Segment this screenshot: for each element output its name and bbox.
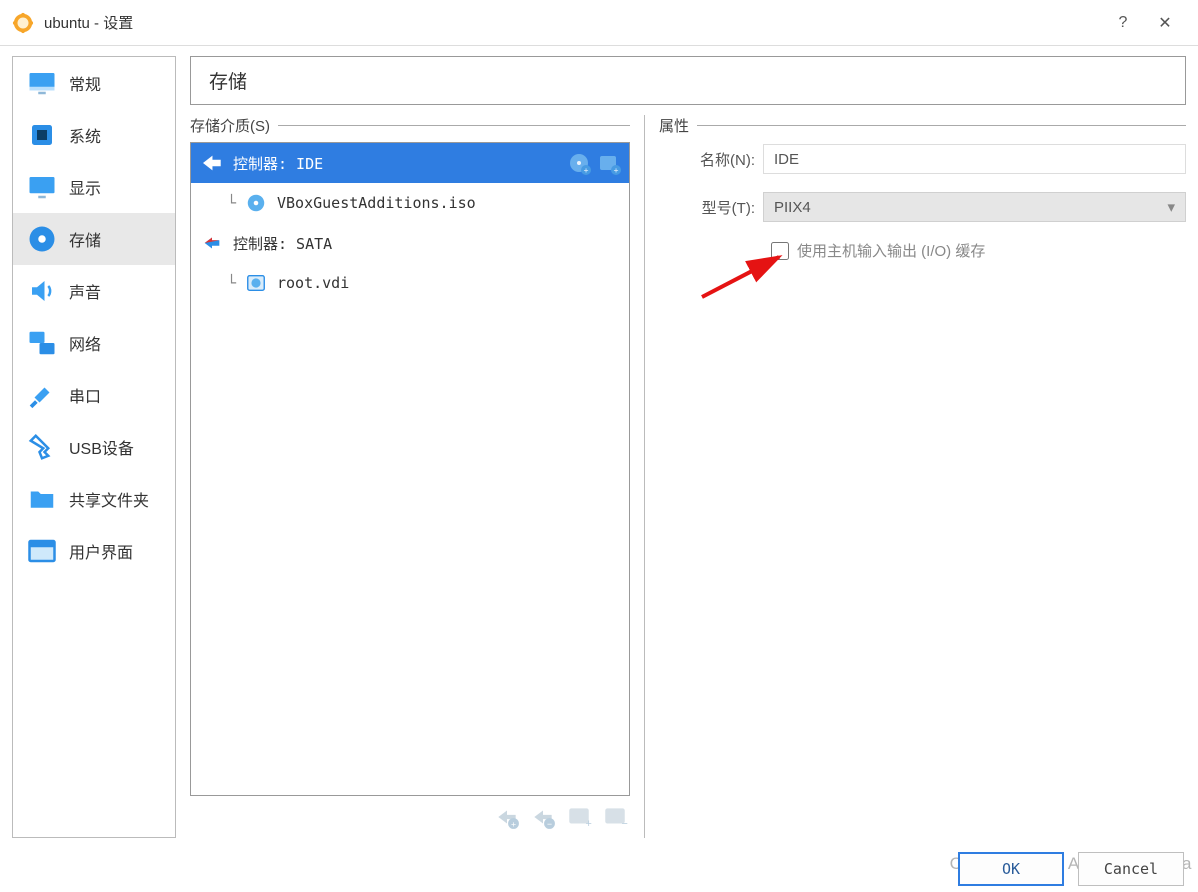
sidebar-item-network[interactable]: 网络 [13, 317, 175, 369]
sidebar-item-display[interactable]: 显示 [13, 161, 175, 213]
sidebar-item-storage[interactable]: 存储 [13, 213, 175, 265]
type-value: PIIX4 [774, 199, 811, 216]
attachment-cd[interactable]: └ VBoxGuestAdditions.iso [191, 183, 629, 223]
io-cache-checkbox[interactable] [771, 242, 789, 260]
sidebar-item-label: 系统 [69, 123, 101, 147]
usb-icon [27, 432, 57, 462]
add-hdd-button[interactable]: + [597, 151, 621, 175]
ok-button[interactable]: OK [958, 852, 1064, 886]
disk-icon [27, 224, 57, 254]
tree-connector: └ [227, 194, 245, 212]
remove-controller-button[interactable]: − [530, 804, 556, 830]
window-icon [27, 536, 57, 566]
sidebar-item-general[interactable]: 常规 [13, 57, 175, 109]
svg-text:+: + [511, 819, 516, 829]
sidebar-item-label: USB设备 [69, 435, 134, 459]
svg-text:+: + [584, 166, 589, 175]
network-icon [27, 328, 57, 358]
attachment-label: VBoxGuestAdditions.iso [277, 194, 476, 212]
plug-icon [27, 380, 57, 410]
remove-attachment-button[interactable]: − [602, 804, 628, 830]
footer: OK Cancel [958, 852, 1184, 886]
attachment-hdd[interactable]: └ root.vdi [191, 263, 629, 303]
folder-icon [27, 484, 57, 514]
tree-toolbar: + − + − [190, 796, 630, 838]
io-cache-label: 使用主机输入输出 (I/O) 缓存 [797, 240, 985, 261]
type-label: 型号(T): [659, 197, 763, 218]
sidebar-item-label: 网络 [69, 331, 101, 355]
sidebar-item-label: 显示 [69, 175, 101, 199]
name-input[interactable] [763, 144, 1186, 174]
cd-icon [245, 192, 267, 214]
app-logo-icon [12, 12, 34, 34]
controller-label: 控制器: IDE [233, 153, 323, 174]
content-panel: 存储 存储介质(S) 控制器: IDE + + [190, 56, 1186, 838]
chevron-down-icon: ▾ [1167, 198, 1175, 216]
sidebar-item-label: 声音 [69, 279, 101, 303]
sidebar-item-usb[interactable]: USB设备 [13, 421, 175, 473]
controller-sata[interactable]: 控制器: SATA [191, 223, 629, 263]
sidebar-item-label: 用户界面 [69, 539, 133, 563]
sidebar-item-audio[interactable]: 声音 [13, 265, 175, 317]
storage-tree: 控制器: IDE + + └ VBoxGuestAdditions.iso 控制 [190, 142, 630, 796]
window-title: ubuntu - 设置 [44, 12, 1102, 33]
help-button[interactable]: ? [1102, 14, 1144, 32]
controller-ide[interactable]: 控制器: IDE + + [191, 143, 629, 183]
sidebar-item-label: 常规 [69, 71, 101, 95]
main-area: 常规 系统 显示 存储 声音 网络 串口 USB设备 [0, 46, 1198, 838]
add-cd-button[interactable]: + [567, 151, 591, 175]
type-select[interactable]: PIIX4 ▾ [763, 192, 1186, 222]
monitor-icon [27, 68, 57, 98]
speaker-icon [27, 276, 57, 306]
svg-text:+: + [614, 166, 619, 175]
svg-text:+: + [586, 818, 592, 830]
sidebar-item-shared[interactable]: 共享文件夹 [13, 473, 175, 525]
attributes-column: 属性 名称(N): 型号(T): PIIX4 ▾ 使用主机输入输出 (I/ [659, 115, 1186, 838]
name-label: 名称(N): [659, 149, 763, 170]
controller-icon [201, 152, 223, 174]
sidebar-item-ui[interactable]: 用户界面 [13, 525, 175, 577]
sidebar-item-label: 存储 [69, 227, 101, 251]
attrs-legend-label: 属性 [659, 115, 689, 136]
controller-label: 控制器: SATA [233, 233, 332, 254]
sidebar-item-label: 串口 [69, 383, 101, 407]
titlebar: ubuntu - 设置 ? ✕ [0, 0, 1198, 46]
add-controller-button[interactable]: + [494, 804, 520, 830]
display-icon [27, 172, 57, 202]
storage-column: 存储介质(S) 控制器: IDE + + └ [190, 115, 630, 838]
storage-legend-label: 存储介质(S) [190, 115, 270, 136]
close-button[interactable]: ✕ [1144, 13, 1186, 33]
storage-legend: 存储介质(S) [190, 115, 630, 136]
sidebar-item-label: 共享文件夹 [69, 487, 149, 511]
cancel-button[interactable]: Cancel [1078, 852, 1184, 886]
chip-icon [27, 120, 57, 150]
sidebar-item-system[interactable]: 系统 [13, 109, 175, 161]
sidebar: 常规 系统 显示 存储 声音 网络 串口 USB设备 [12, 56, 176, 838]
controller-icon [201, 232, 223, 254]
column-divider [644, 115, 645, 838]
svg-text:−: − [622, 818, 628, 830]
hdd-icon [245, 272, 267, 294]
svg-text:−: − [547, 819, 552, 829]
tree-connector: └ [227, 274, 245, 292]
attachment-label: root.vdi [277, 274, 349, 292]
attrs-legend: 属性 [659, 115, 1186, 136]
add-attachment-button[interactable]: + [566, 804, 592, 830]
sidebar-item-serial[interactable]: 串口 [13, 369, 175, 421]
content-title: 存储 [190, 56, 1186, 105]
